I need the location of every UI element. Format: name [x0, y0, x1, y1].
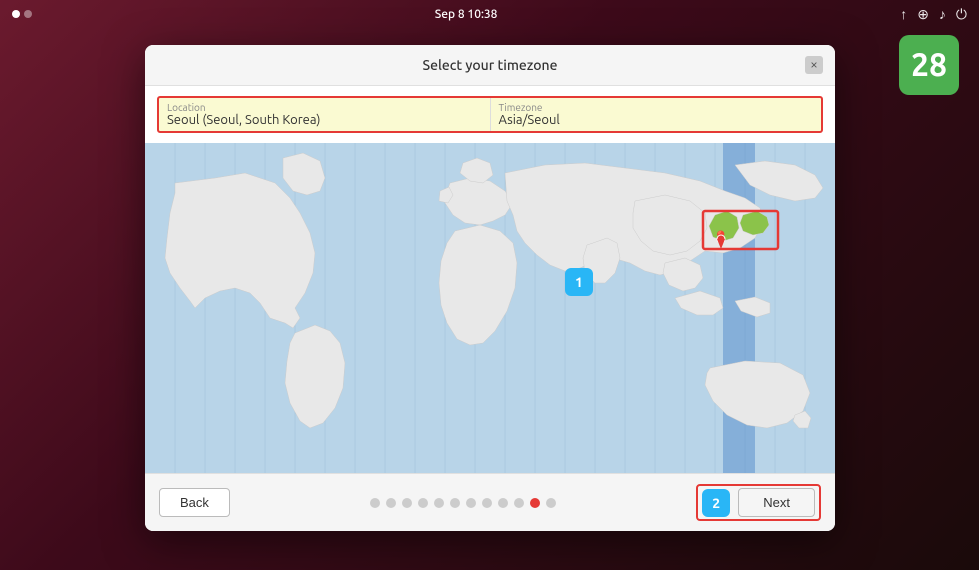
next-area: 2 Next: [696, 484, 821, 521]
calendar-day: 28: [911, 47, 947, 83]
location-timezone-fields: Location Seoul (Seoul, South Korea) Time…: [157, 96, 823, 133]
map-badge-label: 1: [575, 274, 583, 290]
location-field[interactable]: Location Seoul (Seoul, South Korea): [159, 98, 491, 131]
network-icon: ⊕: [917, 6, 929, 23]
calendar-badge: 28: [899, 35, 959, 95]
step-dot-5: [434, 498, 444, 508]
close-button[interactable]: ×: [805, 56, 823, 74]
dialog-footer: Back 2 Next: [145, 473, 835, 531]
upload-icon: ↑: [900, 6, 907, 22]
step-badge-2: 2: [702, 489, 730, 517]
timezone-label: Timezone: [499, 102, 814, 113]
world-map[interactable]: 📍 1: [145, 143, 835, 473]
step-dot-4: [418, 498, 428, 508]
step-badge-label: 2: [712, 495, 720, 511]
dialog-header: Select your timezone ×: [145, 45, 835, 86]
step-dot-6: [450, 498, 460, 508]
map-svg: 📍: [145, 143, 835, 473]
step-dot-8: [482, 498, 492, 508]
clock: Sep 8 10:38: [435, 8, 498, 21]
next-button[interactable]: Next: [738, 488, 815, 517]
step-dot-7: [466, 498, 476, 508]
step-dot-10: [514, 498, 524, 508]
location-value: Seoul (Seoul, South Korea): [167, 113, 482, 127]
top-bar-left: [12, 10, 32, 18]
step-dots: [370, 498, 556, 508]
system-tray: ↑ ⊕ ♪ ⏻: [900, 6, 967, 23]
map-badge-1: 1: [565, 268, 593, 296]
timezone-value: Asia/Seoul: [499, 113, 814, 127]
location-label: Location: [167, 102, 482, 113]
dot-1: [12, 10, 20, 18]
timezone-field[interactable]: Timezone Asia/Seoul: [491, 98, 822, 131]
step-dot-12: [546, 498, 556, 508]
top-bar: Sep 8 10:38 ↑ ⊕ ♪ ⏻: [0, 0, 979, 28]
timezone-dialog: Select your timezone × Location Seoul (S…: [145, 45, 835, 531]
power-icon[interactable]: ⏻: [956, 6, 967, 23]
back-button[interactable]: Back: [159, 488, 230, 517]
dot-2: [24, 10, 32, 18]
window-controls: [12, 10, 32, 18]
dialog-title: Select your timezone: [422, 57, 557, 73]
step-dot-1: [370, 498, 380, 508]
step-dot-11: [530, 498, 540, 508]
step-dot-2: [386, 498, 396, 508]
volume-icon: ♪: [939, 6, 946, 22]
step-dot-3: [402, 498, 412, 508]
step-dot-9: [498, 498, 508, 508]
